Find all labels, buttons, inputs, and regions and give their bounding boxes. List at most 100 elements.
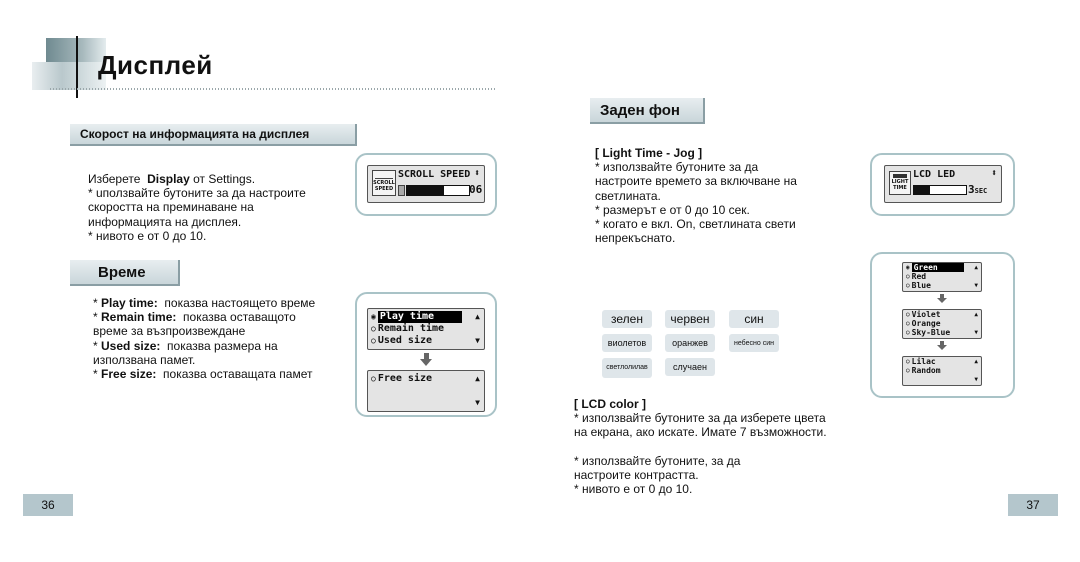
scroll-bar-glyph: [375, 172, 393, 179]
up-down-arrows-icon: ⬍: [474, 168, 481, 179]
light-time-description: [ Light Time - Jog ] * използвайте бутон…: [595, 146, 865, 245]
menu-option: ○ Sky-Blue ▼: [903, 328, 981, 337]
list-item: * Free size: показва оставащата памет: [93, 367, 313, 382]
color-chip: виолетов: [602, 334, 652, 352]
scroll-down-icon: ▼: [475, 336, 480, 345]
desc: показва оставащата памет: [163, 367, 313, 382]
scroll-up-icon: ▲: [475, 312, 480, 321]
list-item: * Play time: показва настоящето време: [93, 296, 316, 310]
intro-text: Изберете: [88, 172, 141, 186]
lcd-color-description: [ LCD color ] * използвайте бутоните за …: [574, 397, 894, 496]
color-chip: зелен: [602, 310, 652, 328]
color-chip: светлолилав: [602, 358, 652, 378]
arrow-down-icon: [936, 341, 948, 350]
text-line: непрекъснато.: [595, 231, 676, 246]
radio-icon: ○: [906, 282, 910, 289]
menu-option: ○ Free size ▲: [368, 373, 484, 385]
device-frame-time: ◉ Play time ▲ ○ Remain time ○ Used size ▼ ○ Fr…: [355, 292, 497, 417]
device-frame-light-time: LIGHT TIME LCD LED ⬍ 3SEC: [870, 153, 1015, 216]
radio-selected-icon: ◉: [371, 312, 376, 321]
desc: показва настоящето време: [164, 296, 316, 310]
menu-option: ◉ Play time ▲: [368, 311, 484, 323]
option-label: Orange: [911, 319, 941, 328]
list-item: * Used size: показва размера на: [93, 338, 278, 353]
color-chip: случаен: [665, 358, 715, 376]
lcd-time-screen-2: ○ Free size ▲ ▼: [367, 370, 485, 412]
menu-option: ○ Used size ▼: [368, 335, 484, 347]
menu-option: ○ Orange: [903, 319, 981, 328]
menu-option: ◉ Green ▲: [903, 263, 981, 272]
up-down-arrows-icon: ⬍: [991, 168, 998, 179]
option-label: Sky-Blue: [911, 328, 951, 337]
text-line: * използвайте бутоните за да: [595, 160, 759, 175]
arrow-down-icon: [936, 294, 948, 303]
text-line: * използвайте бутоните за да изберете цв…: [574, 411, 826, 426]
option-label: Remain time: [377, 323, 445, 334]
radio-icon: ○: [906, 311, 910, 318]
term: Remain time:: [101, 310, 177, 325]
intro-bold: Display: [147, 172, 190, 186]
radio-icon: ○: [906, 320, 910, 327]
scroll-down-icon: ▼: [974, 376, 978, 383]
color-chip: оранжев: [665, 334, 715, 352]
option-label: Used size: [377, 335, 433, 346]
scroll-down-icon: ▼: [974, 329, 978, 336]
option-label: Free size: [377, 373, 433, 384]
lcd-light-time: LIGHT TIME LCD LED ⬍ 3SEC: [884, 165, 1002, 203]
text-line: * когато е вкл. On, светлината свети: [595, 217, 796, 232]
page-number-left: 36: [23, 494, 73, 516]
scroll-speed-level-bar: [406, 185, 470, 196]
desc: показва оставащото: [183, 310, 296, 325]
lcd-value: 3SEC: [968, 183, 987, 196]
text-line: настроите времето за включване на: [595, 174, 797, 189]
scroll-up-icon: ▲: [475, 374, 480, 383]
lcd-label: LCD LED: [913, 169, 956, 180]
icon-label: TIME: [893, 185, 907, 191]
section-header-background: Заден фон: [590, 98, 705, 124]
level-fill: [407, 186, 445, 195]
value: 3: [968, 183, 975, 196]
lcd-scroll-speed: SCROLL SPEED SCROLL SPEED ⬍ 06: [367, 165, 485, 203]
scroll-description: Изберете Display от Settings. * uползвай…: [88, 172, 353, 243]
color-chip: син: [729, 310, 779, 328]
lcd-label: SCROLL SPEED: [398, 169, 471, 180]
text-line: на екрана, ако искате. Имате 7 възможнос…: [574, 425, 827, 440]
term: Used size:: [101, 338, 161, 353]
option-label: Violet: [911, 310, 941, 319]
radio-icon: ○: [906, 329, 910, 336]
light-time-icon: LIGHT TIME: [889, 171, 911, 195]
scroll-up-icon: ▲: [974, 358, 978, 365]
option-label: Red: [911, 272, 927, 281]
icon-label: SPEED: [374, 186, 394, 192]
option-label: Lilac: [911, 357, 936, 366]
lcd-color-screen-3: ○ Lilac ▲ ○ Random ▼: [902, 356, 982, 386]
radio-icon: ○: [906, 367, 910, 374]
text-line: * нивото е от 0 до 10.: [88, 228, 207, 243]
color-chip: червен: [665, 310, 715, 328]
color-chip: небесно син: [729, 334, 779, 352]
menu-option: ○ Red: [903, 272, 981, 281]
section-header-time: Време: [70, 260, 180, 286]
scroll-down-icon: ▼: [475, 398, 480, 407]
radio-icon: ○: [371, 374, 376, 383]
radio-icon: ○: [371, 336, 376, 345]
title-underline: [50, 88, 495, 90]
arrow-down-icon: [419, 353, 433, 366]
text-line: * uползвайте бутоните за да настроите: [88, 186, 306, 201]
page-title: Дисплей: [98, 50, 213, 80]
device-frame-scroll-speed: SCROLL SPEED SCROLL SPEED ⬍ 06: [355, 153, 497, 216]
subsection-title: [ LCD color ]: [574, 397, 646, 411]
unit: SEC: [974, 187, 988, 195]
menu-option: ○ Violet ▲: [903, 310, 981, 319]
intro-suffix: от Settings.: [193, 172, 256, 186]
scroll-up-icon: ▲: [974, 311, 978, 318]
text-line: настроите контрастта.: [574, 467, 699, 482]
level-fill: [914, 186, 930, 194]
lcd-time-screen-1: ◉ Play time ▲ ○ Remain time ○ Used size ▼: [367, 308, 485, 350]
device-frame-lcd-color: ◉ Green ▲ ○ Red ○ Blue ▼ ○ Violet ▲ ○ Orange ○ Sk…: [870, 252, 1015, 398]
radio-icon: ○: [906, 273, 910, 280]
text-line: време за възпроизвеждане: [93, 324, 246, 339]
menu-option: ○ Lilac ▲: [903, 357, 981, 366]
radio-icon: ○: [371, 324, 376, 333]
lcd-value: 06: [469, 183, 483, 196]
